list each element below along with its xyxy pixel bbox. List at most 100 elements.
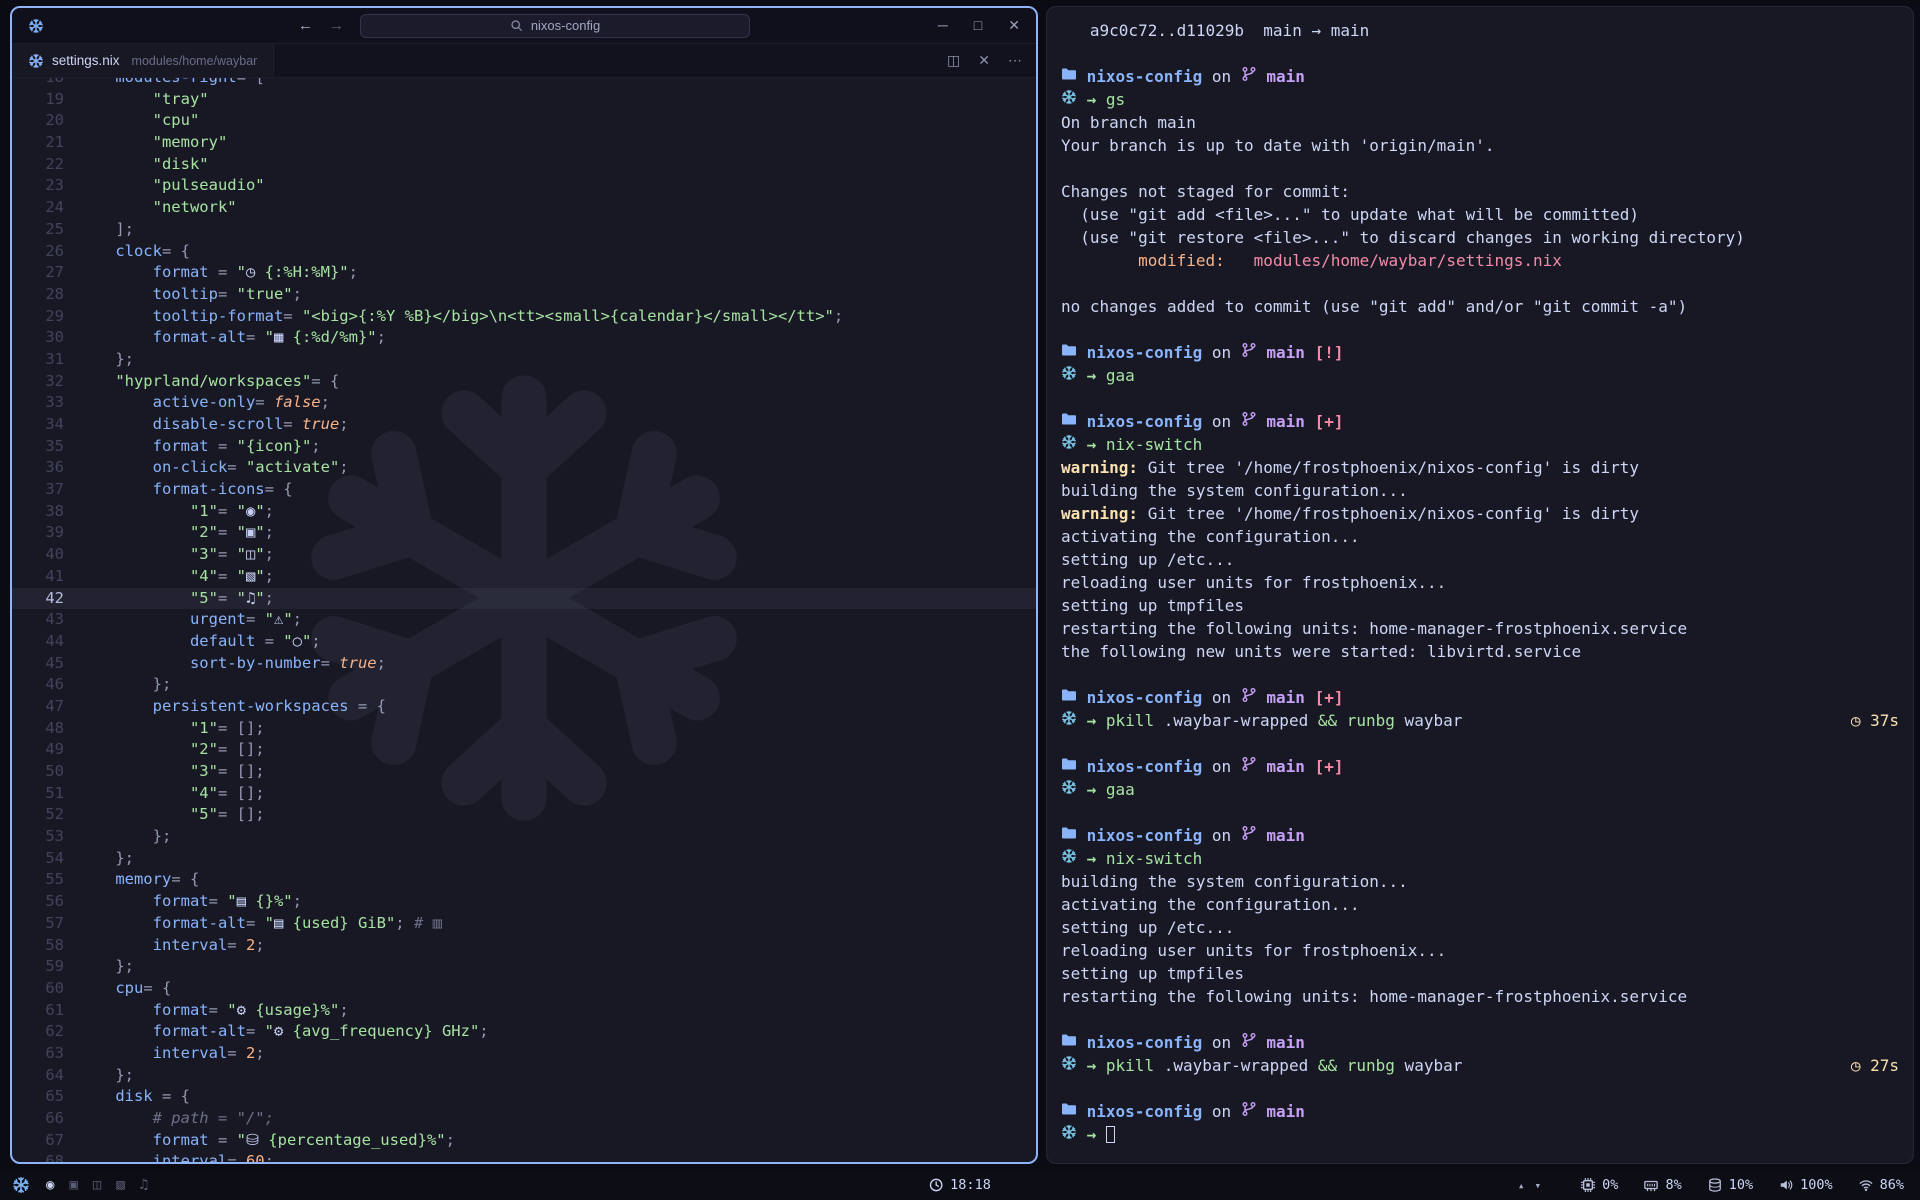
workspace-5[interactable]: ♫ [140,1177,148,1193]
close-editor-button[interactable]: ✕ [978,52,990,69]
disk-module[interactable]: 10% [1708,1177,1753,1193]
code-line[interactable]: 62format-alt= "⚙ {avg_frequency} GHz"; [12,1021,1036,1043]
code-line[interactable]: 47persistent-workspaces = { [12,696,1036,718]
code-line[interactable]: 20"cpu" [12,110,1036,132]
code-line[interactable]: 67format = "⛁ {percentage_used}%"; [12,1130,1036,1152]
code-line[interactable]: 31}; [12,349,1036,371]
workspace-3[interactable]: ◫ [93,1177,101,1193]
code-token: "2" [190,523,218,541]
code-line[interactable]: 38"1"= "◉"; [12,501,1036,523]
nix-menu-icon[interactable] [12,1176,30,1194]
tab-settings-nix[interactable]: settings.nix modules/home/waybar [12,44,274,77]
code-line[interactable]: 26clock= { [12,241,1036,263]
code-line[interactable]: 66# path = "/"; [12,1108,1036,1130]
terminal-row: Changes not staged for commit: [1061,180,1899,203]
code-token: = [218,567,227,585]
code-line[interactable]: 50"3"= []; [12,761,1036,783]
code-line[interactable]: 63interval= 2; [12,1043,1036,1065]
code-line[interactable]: 52"5"= []; [12,804,1036,826]
code-line[interactable]: 30format-alt= "▦ {:%d/%m}"; [12,327,1036,349]
code-text: format= "⚙ {usage}%"; [64,1000,349,1022]
workspace-2[interactable]: ▣ [69,1177,77,1193]
code-token: " [227,545,246,563]
search-box[interactable]: nixos-config [360,14,750,38]
code-line[interactable]: 48"1"= []; [12,718,1036,740]
code-line[interactable]: 40"3"= "◫"; [12,544,1036,566]
code-line[interactable]: 19"tray" [12,89,1036,111]
code-text: "3"= []; [64,761,265,783]
code-line[interactable]: 25]; [12,219,1036,241]
volume-module[interactable]: 100% [1779,1177,1833,1193]
tray-icon-1[interactable]: ▴ [1518,1179,1525,1192]
code-text: format-icons= { [64,479,293,501]
more-actions-button[interactable]: ⋯ [1008,52,1022,69]
code-line[interactable]: 33active-only= false; [12,392,1036,414]
code-line[interactable]: 55memory= { [12,869,1036,891]
code-line[interactable]: 36on-click= "activate"; [12,457,1036,479]
split-editor-button[interactable]: ◫ [947,52,960,69]
code-line[interactable]: 43urgent= "⚠"; [12,609,1036,631]
code-line[interactable]: 56format= "▤ {}%"; [12,891,1036,913]
code-editor[interactable]: 18modules-right= [19"tray"20"cpu"21"memo… [12,78,1036,1162]
code-line[interactable]: 35format = "{icon}"; [12,436,1036,458]
code-line[interactable]: 61format= "⚙ {usage}%"; [12,1000,1036,1022]
editor-window[interactable]: ← → nixos-config ─ □ ✕ settings.nix modu… [10,6,1038,1164]
code-line[interactable]: 44default = "○"; [12,631,1036,653]
code-line[interactable]: 27format = "◷ {:%H:%M}"; [12,262,1036,284]
code-line[interactable]: 41"4"= "▧"; [12,566,1036,588]
terminal-text: activating the configuration... [1061,893,1360,916]
terminal-window[interactable]: a9c0c72..d11029b main → main nixos-confi… [1046,6,1914,1164]
workspace-4[interactable]: ▧ [116,1177,124,1193]
code-token: { [367,697,386,715]
line-number: 29 [12,306,64,328]
code-line[interactable]: 34disable-scroll= true; [12,414,1036,436]
snowflake-icon [1061,848,1077,864]
code-line[interactable]: 42"5"= "♫"; [12,588,1036,610]
maximize-button[interactable]: □ [974,17,982,34]
close-button[interactable]: ✕ [1008,17,1020,34]
code-line[interactable]: 32"hyprland/workspaces"= { [12,371,1036,393]
code-line[interactable]: 64}; [12,1065,1036,1087]
code-token: "5" [190,589,218,607]
code-line[interactable]: 51"4"= []; [12,783,1036,805]
nav-back-button[interactable]: ← [298,17,313,34]
memory-module[interactable]: 8% [1644,1177,1681,1193]
nix-logo-icon [28,18,44,34]
code-line[interactable]: 18modules-right= [ [12,78,1036,89]
code-line[interactable]: 60cpu= { [12,978,1036,1000]
code-line[interactable]: 54}; [12,848,1036,870]
code-line[interactable]: 59}; [12,956,1036,978]
code-line[interactable]: 49"2"= []; [12,739,1036,761]
workspace-1[interactable]: ◉ [46,1177,54,1193]
network-module[interactable]: 86% [1859,1177,1904,1193]
code-line[interactable]: 24"network" [12,197,1036,219]
code-text: modules-right= [ [64,78,265,89]
code-token: persistent-workspaces [153,697,349,715]
code-line[interactable]: 45sort-by-number= true; [12,653,1036,675]
code-line[interactable]: 65disk = { [12,1086,1036,1108]
code-line[interactable]: 37format-icons= { [12,479,1036,501]
line-number: 28 [12,284,64,306]
code-line[interactable]: 68interval= 60; [12,1151,1036,1162]
code-line[interactable]: 29tooltip-format= "<big>{:%Y %B}</big>\n… [12,306,1036,328]
line-number: 42 [12,588,64,610]
code-line[interactable]: 58interval= 2; [12,935,1036,957]
clock-module[interactable]: 18:18 [929,1177,991,1193]
code-line[interactable]: 28tooltip= "true"; [12,284,1036,306]
code-line[interactable]: 46}; [12,674,1036,696]
code-text: }; [64,826,171,848]
cpu-module[interactable]: 0% [1581,1177,1618,1193]
minimize-button[interactable]: ─ [938,17,948,34]
folder-icon [1061,411,1077,427]
nav-forward-button[interactable]: → [329,17,344,34]
terminal-text: on [1202,755,1241,778]
clock-text: 18:18 [950,1177,991,1193]
code-line[interactable]: 23"pulseaudio" [12,175,1036,197]
code-line[interactable]: 22"disk" [12,154,1036,176]
code-token: {:%d/%m}" [283,328,376,346]
code-line[interactable]: 39"2"= "▣"; [12,522,1036,544]
code-line[interactable]: 57format-alt= "▤ {used} GiB"; # ▥ [12,913,1036,935]
tray-icon-2[interactable]: ▾ [1535,1179,1542,1192]
code-line[interactable]: 53}; [12,826,1036,848]
code-line[interactable]: 21"memory" [12,132,1036,154]
